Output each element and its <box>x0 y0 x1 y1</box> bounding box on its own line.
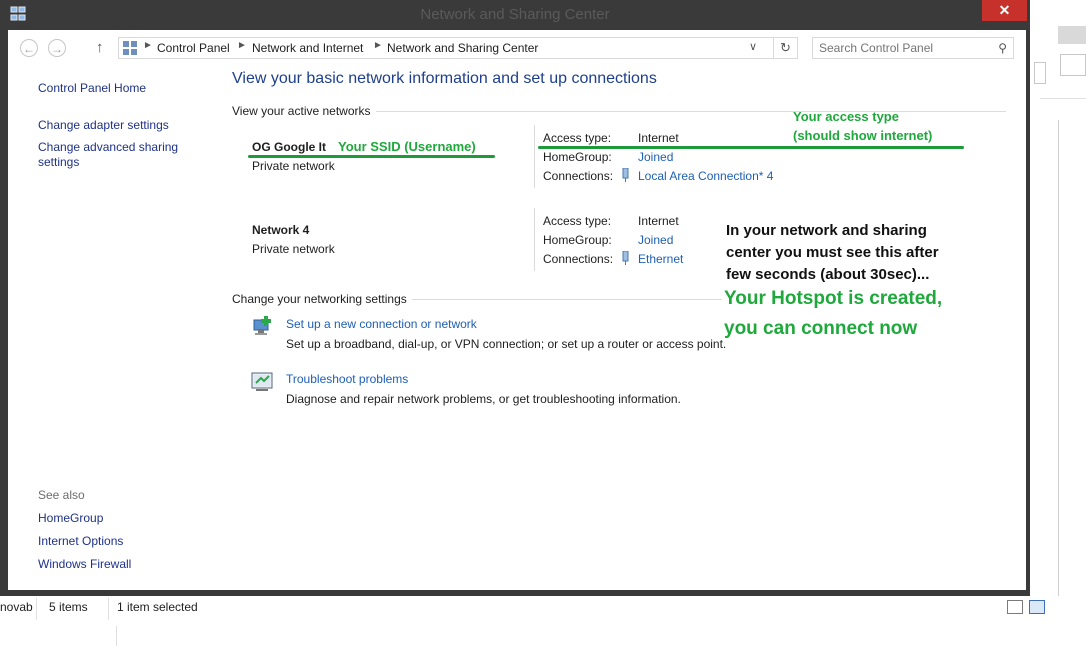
title-bar[interactable]: Network and Sharing Center ✕ <box>0 0 1030 30</box>
change-advanced-sharing-link[interactable]: Change advanced sharing settings <box>38 140 188 170</box>
background-scroll-bar <box>1058 26 1086 44</box>
instruction-note-line2: center you must see this after <box>726 244 939 261</box>
homegroup-link[interactable]: HomeGroup <box>38 511 103 526</box>
network-type: Private network <box>252 159 335 173</box>
window-title: Network and Sharing Center <box>420 6 610 23</box>
background-divider <box>1058 120 1059 626</box>
local-area-connection-link[interactable]: Local Area Connection* 4 <box>638 169 773 183</box>
access-type-value: Internet <box>638 131 679 145</box>
control-panel-home-link[interactable]: Control Panel Home <box>38 81 146 96</box>
large-icons-view-icon[interactable] <box>1029 600 1045 614</box>
change-adapter-settings-link[interactable]: Change adapter settings <box>38 118 169 133</box>
access-type-label: Access type: <box>543 131 612 145</box>
troubleshoot-description: Diagnose and repair network problems, or… <box>286 392 681 406</box>
item-count: 5 items <box>49 600 88 614</box>
chevron-down-icon[interactable]: ∨ <box>749 40 757 53</box>
access-type-annotation-line1: Your access type <box>793 109 899 124</box>
search-box[interactable]: ⚲ <box>812 37 1014 59</box>
breadcrumb-separator: ► <box>143 40 153 51</box>
access-type-underline <box>538 146 964 149</box>
background-window-edge <box>1030 0 1086 646</box>
ethernet-adapter-icon <box>622 251 629 265</box>
connections-label: Connections: <box>543 169 614 183</box>
wireless-adapter-icon <box>622 168 629 182</box>
breadcrumb-network-sharing[interactable]: Network and Sharing Center <box>387 41 538 55</box>
background-divider <box>116 626 117 646</box>
setup-connection-description: Set up a broadband, dial-up, or VPN conn… <box>286 337 727 351</box>
network-divider <box>534 208 535 271</box>
navigation-bar: ← → ↑ ► Control Panel ► Network and Inte… <box>8 30 1026 66</box>
up-button[interactable]: ↑ <box>96 39 104 56</box>
change-settings-label: Change your networking settings <box>232 292 407 306</box>
status-separator <box>36 598 37 620</box>
ssid-annotation: Your SSID (Username) <box>338 139 476 154</box>
close-button[interactable]: ✕ <box>982 0 1027 21</box>
background-control <box>1034 62 1046 84</box>
active-networks-label: View your active networks <box>232 104 371 118</box>
refresh-button[interactable]: ↻ <box>774 37 798 59</box>
connections-label: Connections: <box>543 252 614 266</box>
homegroup-label: HomeGroup: <box>543 150 612 164</box>
selection-count: 1 item selected <box>117 600 198 614</box>
troubleshoot-icon <box>251 372 273 391</box>
internet-options-link[interactable]: Internet Options <box>38 534 123 549</box>
section-divider <box>412 299 722 300</box>
access-type-annotation-line2: (should show internet) <box>793 128 933 143</box>
background-control <box>1060 54 1086 76</box>
instruction-note-line1: In your network and sharing <box>726 222 927 239</box>
homegroup-joined-link[interactable]: Joined <box>638 150 673 164</box>
network-type: Private network <box>252 242 335 256</box>
search-icon[interactable]: ⚲ <box>998 41 1007 55</box>
hotspot-created-line1: Your Hotspot is created, <box>724 288 943 309</box>
breadcrumb-control-panel[interactable]: Control Panel <box>157 41 230 55</box>
breadcrumb-separator: ► <box>237 40 247 51</box>
setup-connection-link[interactable]: Set up a new connection or network <box>286 317 477 331</box>
windows-firewall-link[interactable]: Windows Firewall <box>38 557 131 572</box>
forward-button[interactable]: → <box>48 39 66 57</box>
address-bar[interactable]: ► Control Panel ► Network and Internet ►… <box>118 37 774 59</box>
ethernet-link[interactable]: Ethernet <box>638 252 683 266</box>
background-divider <box>1040 98 1086 123</box>
page-title: View your basic network information and … <box>232 70 657 87</box>
homegroup-label: HomeGroup: <box>543 233 612 247</box>
network-divider <box>534 125 535 188</box>
see-also-label: See also <box>38 488 85 502</box>
access-type-value: Internet <box>638 214 679 228</box>
new-connection-icon <box>253 316 271 335</box>
troubleshoot-link[interactable]: Troubleshoot problems <box>286 372 408 386</box>
back-button[interactable]: ← <box>20 39 38 57</box>
section-divider <box>376 111 1006 112</box>
breadcrumb-network-internet[interactable]: Network and Internet <box>252 41 363 55</box>
control-panel-icon <box>123 41 137 55</box>
instruction-note-line3: few seconds (about 30sec)... <box>726 266 930 283</box>
access-type-label: Access type: <box>543 214 612 228</box>
network-name: OG Google It <box>252 140 326 154</box>
ssid-underline <box>248 155 495 158</box>
hotspot-created-line2: you can connect now <box>724 318 918 339</box>
homegroup-joined-link[interactable]: Joined <box>638 233 673 247</box>
background-status-bar: novab 5 items 1 item selected <box>0 596 1060 627</box>
background-window-bottom <box>0 626 1086 646</box>
network-name: Network 4 <box>252 223 310 237</box>
details-view-icon[interactable] <box>1007 600 1023 614</box>
search-input[interactable] <box>819 40 985 56</box>
breadcrumb-separator: ► <box>373 40 383 51</box>
background-file-label: novab <box>0 600 33 614</box>
status-separator <box>108 598 109 620</box>
